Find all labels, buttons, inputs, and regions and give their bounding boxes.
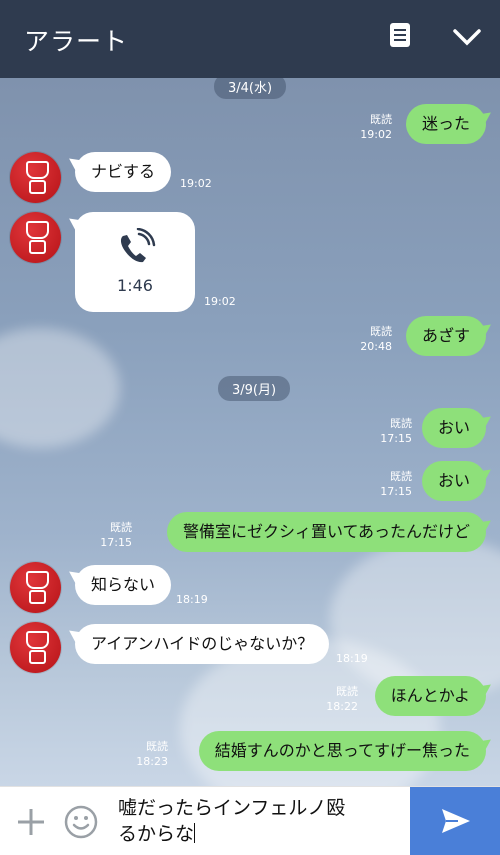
message-bubble[interactable]: 迷った (405, 104, 486, 144)
message-meta: 既読 17:15 (380, 469, 412, 499)
message-row: あざす 既読 20:48 (186, 316, 486, 358)
message-bubble[interactable]: ナビする (75, 152, 172, 192)
message-time: 17:15 (100, 536, 132, 549)
call-duration: 1:46 (117, 276, 153, 295)
message-row: 結婚すんのかと思ってすげー焦った 既読 18:23 (86, 731, 486, 773)
message-row: おい 既読 17:15 (186, 461, 486, 503)
avatar[interactable] (10, 152, 61, 203)
message-bubble[interactable]: あざす (405, 316, 486, 356)
message-time: 18:19 (176, 593, 208, 606)
message-bubble[interactable]: 結婚すんのかと思ってすげー焦った (198, 731, 486, 771)
read-status: 既読 (336, 685, 358, 698)
message-bubble[interactable]: ほんとかよ (374, 676, 486, 716)
message-row: ほんとかよ 既読 18:22 (186, 676, 486, 718)
message-list[interactable]: 3/4(水) 迷った 既読 19:02 ナビする 19:02 1:46 19:02… (0, 78, 500, 786)
avatar[interactable] (10, 562, 61, 613)
message-bubble[interactable]: おい (421, 461, 486, 501)
read-status: 既読 (370, 325, 392, 338)
message-time: 19:02 (204, 295, 236, 308)
plus-icon[interactable] (16, 807, 46, 841)
background-cloud (0, 328, 120, 448)
read-status: 既読 (390, 417, 412, 430)
note-icon[interactable] (388, 22, 412, 52)
read-status: 既読 (390, 470, 412, 483)
message-row: 警備室にゼクシィ置いてあったんだけど 既読 17:15 (86, 512, 486, 554)
emoji-icon[interactable] (63, 804, 99, 844)
read-status: 既読 (370, 113, 392, 126)
send-button[interactable] (410, 787, 500, 855)
phone-icon (113, 227, 157, 272)
message-meta: 既読 17:15 (380, 416, 412, 446)
message-input[interactable]: 嘘だったらインフェルノ殴 るからな (118, 795, 398, 847)
chat-header: アラート (0, 0, 500, 78)
read-status: 既読 (110, 521, 132, 534)
message-bubble[interactable]: おい (421, 408, 486, 448)
message-meta: 既読 17:15 (100, 520, 132, 550)
message-bubble[interactable]: アイアンハイドのじゃないか？ (75, 624, 330, 664)
read-status: 既読 (146, 740, 168, 753)
message-meta: 既読 20:48 (360, 324, 392, 354)
avatar[interactable] (10, 622, 61, 673)
send-icon (440, 807, 472, 839)
message-time: 18:23 (136, 755, 168, 768)
call-bubble[interactable]: 1:46 (75, 212, 195, 312)
message-time: 19:02 (180, 177, 212, 190)
date-separator: 3/4(水) (214, 78, 287, 99)
input-line-with-caret: るからな (118, 821, 398, 847)
message-time: 18:22 (326, 700, 358, 713)
text-caret (194, 823, 196, 843)
message-row: 迷った 既読 19:02 (186, 104, 486, 146)
message-meta: 既読 18:23 (136, 739, 168, 769)
message-time: 20:48 (360, 340, 392, 353)
input-line: 嘘だったらインフェルノ殴 (118, 797, 346, 819)
message-meta: 既読 19:02 (360, 112, 392, 142)
message-time: 18:19 (336, 652, 368, 665)
message-row: おい 既読 17:15 (186, 408, 486, 450)
message-meta: 既読 18:22 (326, 684, 358, 714)
message-bubble[interactable]: 知らない (75, 565, 172, 605)
input-line: るからな (118, 823, 195, 845)
message-bubble[interactable]: 警備室にゼクシィ置いてあったんだけど (166, 512, 486, 552)
chat-title: アラート (24, 27, 129, 56)
message-time: 17:15 (380, 485, 412, 498)
message-composer: 嘘だったらインフェルノ殴 るからな (0, 786, 500, 855)
message-time: 19:02 (360, 128, 392, 141)
date-separator: 3/9(月) (218, 376, 291, 401)
avatar[interactable] (10, 212, 61, 263)
chevron-down-icon[interactable] (452, 28, 482, 50)
message-time: 17:15 (380, 432, 412, 445)
